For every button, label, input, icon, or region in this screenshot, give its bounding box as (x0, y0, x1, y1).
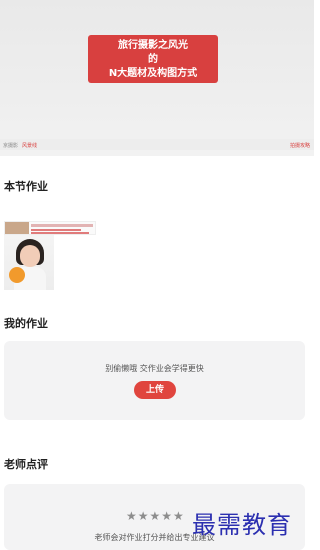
banner-line (31, 232, 89, 234)
banner-line (31, 229, 81, 231)
my-homework-title: 我的作业 (4, 317, 48, 330)
caption-left-highlight: 风景线 (22, 143, 38, 149)
photo-face (20, 245, 40, 267)
video-title-line-3: N大题材及构图方式 (108, 68, 198, 79)
watermark-logo: 最需教育 (192, 511, 292, 539)
section-divider (0, 150, 314, 156)
video-title-line-2: 的 (148, 54, 158, 65)
video-caption-right: 拍摄攻略 (289, 143, 310, 149)
homework-photo-thumbnail[interactable] (4, 235, 54, 290)
video-caption-bar: 京摄影 风景线 拍摄攻略 (0, 139, 314, 150)
banner-image (5, 222, 29, 234)
caption-left-text: 京摄影 (3, 143, 19, 149)
my-homework-card: 别偷懒哦 交作业会学得更快 上传 (4, 341, 305, 420)
rating-stars-icon: ★★★★★ (126, 509, 185, 523)
teacher-review-title: 老师点评 (4, 458, 48, 471)
my-homework-hint: 别偷懒哦 交作业会学得更快 (105, 364, 204, 373)
video-player[interactable]: 旅行摄影之风光 的 N大题材及构图方式 京摄影 风景线 拍摄攻略 (0, 0, 314, 150)
lesson-homework-title: 本节作业 (4, 180, 48, 193)
photo-orange (9, 267, 25, 283)
video-title-card: 旅行摄影之风光 的 N大题材及构图方式 (88, 35, 218, 83)
upload-button[interactable]: 上传 (134, 381, 176, 399)
video-caption-left: 京摄影 风景线 (3, 142, 37, 149)
homework-thumbnail-banner[interactable] (4, 221, 96, 235)
banner-line (31, 224, 93, 227)
video-title-line-1: 旅行摄影之风光 (118, 40, 188, 51)
